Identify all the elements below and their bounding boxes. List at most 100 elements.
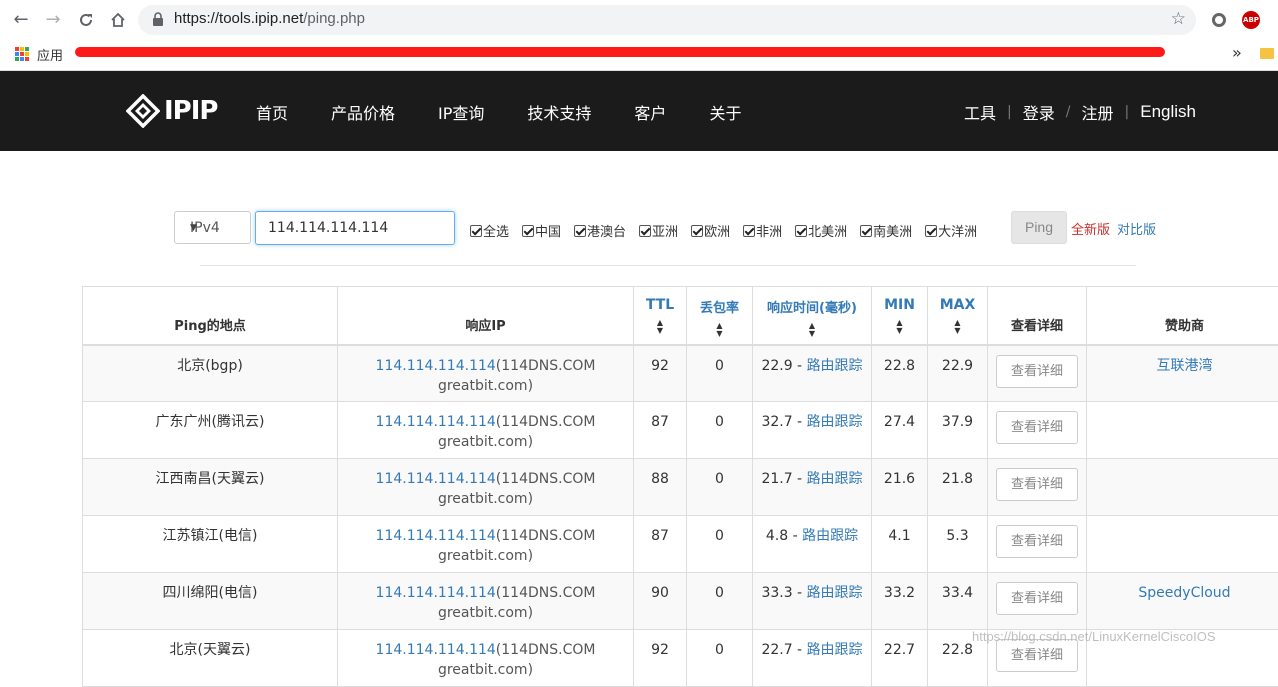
- checkbox-south-america[interactable]: 南美洲: [860, 221, 912, 240]
- nav-home[interactable]: 首页: [256, 100, 288, 124]
- browser-toolbar: ← → https://tools.ipip.net/ping.php ☆ AB…: [0, 0, 1278, 40]
- bookmark-star-icon[interactable]: ☆: [1171, 9, 1186, 29]
- route-trace-link[interactable]: 路由跟踪: [802, 528, 858, 544]
- home-icon[interactable]: [106, 8, 130, 32]
- ip-version-select[interactable]: IPv4 ▼: [174, 211, 251, 244]
- nav-about[interactable]: 关于: [709, 100, 741, 124]
- nav-tools[interactable]: 工具: [964, 100, 996, 124]
- checkbox-africa[interactable]: 非洲: [743, 221, 782, 240]
- cell-response-ip: 114.114.114.114(114DNS.COM greatbit.com): [338, 345, 634, 402]
- checkbox-hk-macau-taiwan[interactable]: 港澳台: [574, 221, 626, 240]
- cell-loss: 0: [687, 345, 753, 402]
- checkbox-asia[interactable]: 亚洲: [639, 221, 678, 240]
- host-name-cont: greatbit.com): [438, 378, 533, 394]
- time-value: 21.7: [761, 471, 792, 487]
- checkbox-select-all[interactable]: 全选: [470, 221, 509, 240]
- nav-english[interactable]: English: [1140, 102, 1196, 122]
- ip-link[interactable]: 114.114.114.114: [376, 414, 496, 430]
- route-trace-link[interactable]: 路由跟踪: [807, 358, 863, 374]
- ip-link[interactable]: 114.114.114.114: [376, 585, 496, 601]
- checkbox-checked-icon[interactable]: [470, 225, 482, 237]
- checkbox-north-america[interactable]: 北美洲: [795, 221, 847, 240]
- host-name: (114DNS.COM: [496, 471, 596, 487]
- header-sponsor: 赞助商: [1087, 287, 1278, 345]
- checkbox-oceania[interactable]: 大洋洲: [925, 221, 977, 240]
- checkbox-label: 北美洲: [808, 221, 847, 240]
- checkbox-checked-icon[interactable]: [743, 225, 755, 237]
- header-ttl[interactable]: TTL▲▼: [634, 287, 687, 345]
- adblock-plus-icon[interactable]: ABP: [1242, 11, 1260, 29]
- header-response-time[interactable]: 响应时间(毫秒)▲▼: [753, 287, 872, 345]
- ip-link[interactable]: 114.114.114.114: [376, 471, 496, 487]
- route-trace-link[interactable]: 路由跟踪: [807, 414, 863, 430]
- header-label: TTL: [634, 297, 686, 313]
- bookmarks-more-button[interactable]: »: [1232, 43, 1242, 62]
- host-name: (114DNS.COM: [496, 414, 596, 430]
- cell-response-ip: 114.114.114.114(114DNS.COMgreatbit.com): [338, 459, 634, 516]
- ip-link[interactable]: 114.114.114.114: [376, 642, 496, 658]
- sponsor-link[interactable]: SpeedyCloud: [1138, 585, 1230, 601]
- view-detail-button[interactable]: 查看详细: [996, 525, 1078, 558]
- time-value: 32.7: [761, 414, 792, 430]
- view-detail-button[interactable]: 查看详细: [996, 468, 1078, 501]
- route-trace-link[interactable]: 路由跟踪: [807, 471, 863, 487]
- sponsor-link[interactable]: 互联港湾: [1157, 358, 1213, 374]
- compare-version-link[interactable]: 对比版: [1117, 219, 1156, 238]
- view-detail-button[interactable]: 查看详细: [996, 582, 1078, 615]
- cell-ttl: 90: [634, 573, 687, 630]
- folder-icon[interactable]: [1260, 48, 1274, 59]
- nav-support[interactable]: 技术支持: [527, 100, 591, 124]
- forward-arrow-icon[interactable]: →: [41, 8, 65, 32]
- route-trace-link[interactable]: 路由跟踪: [807, 585, 863, 601]
- extension-icon[interactable]: [1212, 13, 1226, 27]
- new-version-link[interactable]: 全新版: [1071, 219, 1110, 238]
- ip-link[interactable]: 114.114.114.114: [376, 358, 496, 374]
- view-detail-button[interactable]: 查看详细: [996, 411, 1078, 444]
- sort-arrows-icon: ▲▼: [872, 319, 927, 335]
- checkbox-checked-icon[interactable]: [574, 225, 586, 237]
- cell-location: 广东广州(腾讯云): [83, 402, 338, 459]
- nav-ip-query[interactable]: IP查询: [438, 100, 484, 124]
- watermark-text: https://blog.csdn.net/LinuxKernelCiscoIO…: [972, 629, 1216, 644]
- checkbox-checked-icon[interactable]: [925, 225, 937, 237]
- apps-grid-icon[interactable]: [15, 47, 29, 61]
- cell-ttl: 88: [634, 459, 687, 516]
- nav-pricing[interactable]: 产品价格: [331, 100, 395, 124]
- ip-address-input[interactable]: [255, 211, 455, 245]
- nav-login[interactable]: 登录: [1023, 100, 1055, 124]
- cell-response-ip: 114.114.114.114(114DNS.COMgreatbit.com): [338, 402, 634, 459]
- route-trace-link[interactable]: 路由跟踪: [807, 642, 863, 658]
- checkbox-checked-icon[interactable]: [691, 225, 703, 237]
- nav-register[interactable]: 注册: [1082, 100, 1114, 124]
- sort-arrows-icon: ▲▼: [928, 319, 987, 335]
- reload-icon[interactable]: [74, 8, 98, 32]
- checkbox-label: 欧洲: [704, 221, 730, 240]
- header-detail: 查看详细: [988, 287, 1087, 345]
- ping-results-table: Ping的地点 响应IP TTL▲▼ 丢包率▲▼ 响应时间(毫秒)▲▼ MIN▲…: [82, 286, 1278, 687]
- ping-button[interactable]: Ping: [1011, 211, 1067, 244]
- header-min[interactable]: MIN▲▼: [872, 287, 928, 345]
- checkbox-checked-icon[interactable]: [639, 225, 651, 237]
- ip-link[interactable]: 114.114.114.114: [376, 528, 496, 544]
- checkbox-checked-icon[interactable]: [795, 225, 807, 237]
- site-logo[interactable]: IPIP: [126, 94, 217, 128]
- checkbox-europe[interactable]: 欧洲: [691, 221, 730, 240]
- checkbox-checked-icon[interactable]: [860, 225, 872, 237]
- checkbox-china[interactable]: 中国: [522, 221, 561, 240]
- cell-min: 22.7: [872, 630, 928, 687]
- cell-min: 21.6: [872, 459, 928, 516]
- address-bar[interactable]: https://tools.ipip.net/ping.php ☆: [138, 5, 1196, 35]
- header-max[interactable]: MAX▲▼: [928, 287, 988, 345]
- cell-loss: 0: [687, 573, 753, 630]
- checkbox-checked-icon[interactable]: [522, 225, 534, 237]
- host-name: (114DNS.COM: [496, 585, 596, 601]
- view-detail-button[interactable]: 查看详细: [996, 355, 1078, 388]
- host-name: (114DNS.COM: [496, 358, 596, 374]
- back-arrow-icon[interactable]: ←: [9, 8, 33, 32]
- nav-customers[interactable]: 客户: [634, 100, 666, 124]
- cell-loss: 0: [687, 516, 753, 573]
- cell-min: 33.2: [872, 573, 928, 630]
- apps-label[interactable]: 应用: [37, 45, 63, 64]
- time-value: 22.7: [761, 642, 792, 658]
- header-loss[interactable]: 丢包率▲▼: [687, 287, 753, 345]
